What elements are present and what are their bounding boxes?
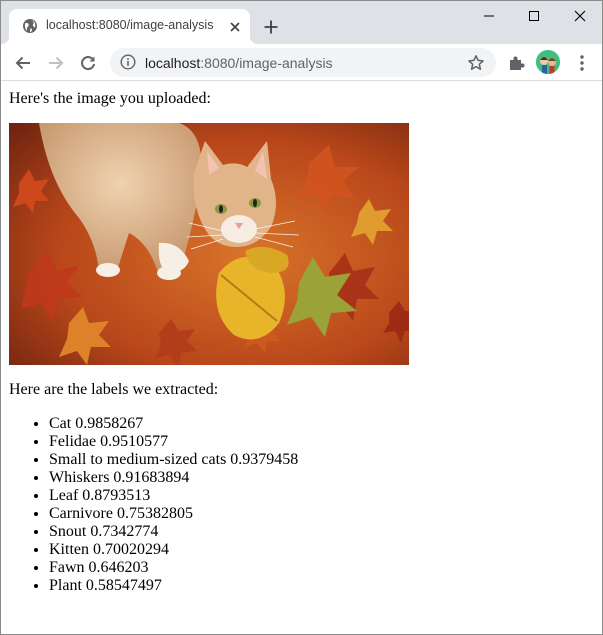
intro-text: Here's the image you uploaded: [9, 90, 211, 107]
avatar[interactable] [536, 50, 560, 74]
maximize-icon[interactable] [511, 1, 557, 31]
url-text[interactable]: localhost:8080/image-analysis [145, 55, 333, 71]
list-item: Plant 0.58547497 [49, 577, 298, 595]
arrow-left-icon[interactable] [10, 50, 36, 76]
url-host: localhost [145, 55, 201, 71]
list-item: Felidae 0.9510577 [49, 433, 298, 451]
list-item: Cat 0.9858267 [49, 415, 298, 433]
globe-icon [22, 18, 38, 34]
list-item: Whiskers 0.91683894 [49, 469, 298, 487]
puzzle-icon[interactable] [507, 53, 527, 73]
list-item: Fawn 0.646203 [49, 559, 298, 577]
browser-toolbar: localhost:8080/image-analysis [1, 44, 602, 81]
close-icon[interactable] [227, 19, 243, 35]
browser-window: localhost:8080/image-analysis localhost:… [0, 0, 603, 635]
info-icon[interactable] [120, 54, 136, 70]
list-item: Small to medium-sized cats 0.9379458 [49, 451, 298, 469]
minimize-icon[interactable] [466, 1, 512, 31]
page-content: Here's the image you uploaded: Here are … [1, 82, 602, 634]
list-item: Kitten 0.70020294 [49, 541, 298, 559]
reload-icon[interactable] [75, 50, 101, 76]
list-item: Carnivore 0.75382805 [49, 505, 298, 523]
active-tab[interactable]: localhost:8080/image-analysis [1, 9, 258, 44]
kebab-menu-icon[interactable] [572, 53, 592, 73]
window-close-icon[interactable] [557, 1, 602, 31]
list-item: Leaf 0.8793513 [49, 487, 298, 505]
plus-icon[interactable] [260, 16, 282, 38]
labels-heading: Here are the labels we extracted: [9, 381, 219, 398]
uploaded-image [9, 123, 409, 365]
labels-list: Cat 0.9858267 Felidae 0.9510577 Small to… [9, 415, 298, 595]
address-bar[interactable]: localhost:8080/image-analysis [110, 48, 496, 77]
tab-title: localhost:8080/image-analysis [46, 18, 214, 32]
arrow-right-icon[interactable] [43, 50, 69, 76]
url-path: :8080/image-analysis [200, 55, 333, 71]
tab-strip: localhost:8080/image-analysis [1, 1, 602, 44]
star-icon[interactable] [467, 54, 485, 72]
list-item: Snout 0.7342774 [49, 523, 298, 541]
